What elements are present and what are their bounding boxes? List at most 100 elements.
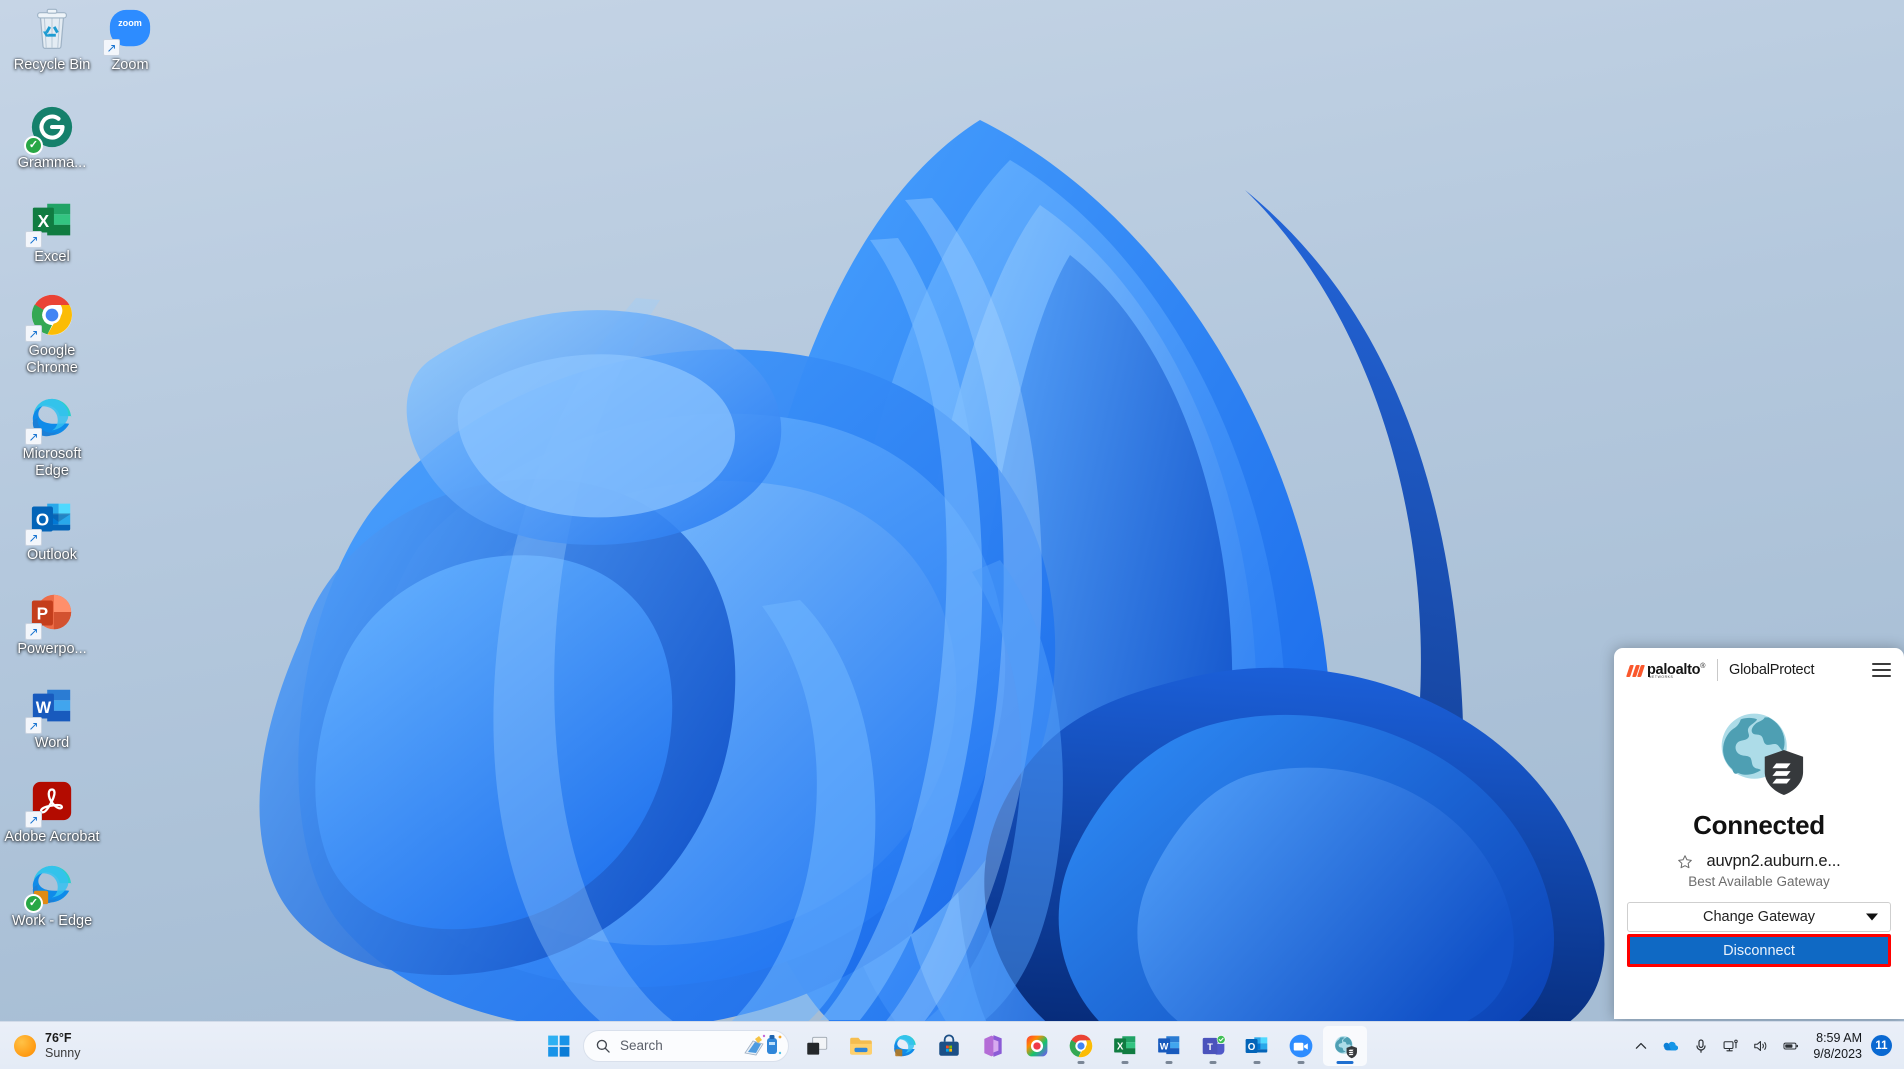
notification-badge[interactable]: 11 xyxy=(1871,1035,1892,1056)
word-icon: W xyxy=(1156,1033,1182,1059)
show-hidden-icons-button[interactable] xyxy=(1626,1028,1656,1064)
hamburger-menu-icon[interactable] xyxy=(1872,663,1891,677)
desktop-icon-grid: Recycle Bin zoom ↗ Zoom ✓ xyxy=(0,0,150,1000)
svg-text:W: W xyxy=(1160,1041,1169,1051)
paloalto-logo: paloalto®NETWORKS xyxy=(1628,663,1705,678)
desktop-icon-label: Recycle Bin xyxy=(14,57,91,74)
zoom-button[interactable] xyxy=(1279,1026,1323,1066)
microphone-icon xyxy=(1693,1038,1709,1054)
weather-widget[interactable]: 76°F Sunny xyxy=(0,1031,190,1061)
acrobat-icon: ↗ xyxy=(27,776,77,826)
excel-button[interactable]: X xyxy=(1103,1026,1147,1066)
sync-check-icon: ✓ xyxy=(24,136,43,155)
creative-cloud-button[interactable] xyxy=(1015,1026,1059,1066)
chrome-icon xyxy=(1068,1033,1094,1059)
svg-text:X: X xyxy=(38,211,50,231)
powerpoint-icon: P ↗ xyxy=(27,588,77,638)
excel-icon: X ↗ xyxy=(27,196,77,246)
grammarly-icon: ✓ xyxy=(27,102,77,152)
clock-date: 9/8/2023 xyxy=(1813,1046,1862,1062)
onedrive-cloud-icon xyxy=(1663,1038,1679,1054)
desktop-icon-label: Microsoft Edge xyxy=(4,446,100,480)
shortcut-arrow-icon: ↗ xyxy=(25,325,42,342)
microsoft-teams-button[interactable]: T xyxy=(1191,1026,1235,1066)
weather-condition: Sunny xyxy=(45,1046,80,1061)
file-explorer-button[interactable] xyxy=(839,1026,883,1066)
shortcut-arrow-icon: ↗ xyxy=(25,428,42,445)
desktop-icon-label: Gramma... xyxy=(18,155,86,172)
desktop-icon-google-chrome[interactable]: ↗ Google Chrome xyxy=(4,290,100,377)
edge-button[interactable] xyxy=(883,1026,927,1066)
taskbar[interactable]: 76°F Sunny Search xyxy=(0,1021,1904,1069)
desktop-icon-label: Powerpo... xyxy=(17,641,86,658)
running-indicator xyxy=(1298,1061,1305,1064)
running-indicator xyxy=(1166,1061,1173,1064)
desktop-icon-zoom[interactable]: zoom ↗ Zoom xyxy=(82,4,178,74)
globalprotect-actions: Change Gateway Disconnect xyxy=(1614,902,1904,967)
taskbar-center: Search xyxy=(537,1026,1367,1066)
globalprotect-panel[interactable]: paloalto®NETWORKS GlobalProtect xyxy=(1614,648,1904,1019)
network-button[interactable] xyxy=(1716,1028,1746,1064)
start-button[interactable] xyxy=(537,1026,581,1066)
globalprotect-header: paloalto®NETWORKS GlobalProtect xyxy=(1614,648,1904,692)
change-gateway-dropdown[interactable]: Change Gateway xyxy=(1627,902,1891,932)
m365-icon xyxy=(980,1033,1006,1059)
outlook-button[interactable]: O xyxy=(1235,1026,1279,1066)
connection-status: Connected xyxy=(1693,810,1825,841)
globe-shield-icon xyxy=(1332,1033,1358,1059)
edge-work-icon: ✓ xyxy=(27,860,77,910)
shortcut-arrow-icon: ↗ xyxy=(25,231,42,248)
google-chrome-button[interactable] xyxy=(1059,1026,1103,1066)
task-view-button[interactable] xyxy=(795,1026,839,1066)
teams-icon: T xyxy=(1200,1033,1226,1059)
word-icon: W ↗ xyxy=(27,682,77,732)
globalprotect-button[interactable] xyxy=(1323,1026,1367,1066)
shortcut-arrow-icon: ↗ xyxy=(25,717,42,734)
outlook-icon: O xyxy=(1244,1033,1270,1059)
paloalto-wordmark: paloalto®NETWORKS xyxy=(1647,663,1705,678)
desktop-icon-label: Excel xyxy=(34,249,69,266)
chevron-down-icon xyxy=(1866,914,1878,921)
desktop-icon-adobe-acrobat[interactable]: ↗ Adobe Acrobat xyxy=(4,776,100,846)
svg-text:T: T xyxy=(1207,1041,1213,1051)
star-outline-icon[interactable] xyxy=(1677,854,1693,870)
sync-check-icon: ✓ xyxy=(24,894,43,913)
microsoft-365-button[interactable] xyxy=(971,1026,1015,1066)
desktop-icon-excel[interactable]: X ↗ Excel xyxy=(4,196,100,266)
desktop-icon-powerpoint[interactable]: P ↗ Powerpo... xyxy=(4,588,100,658)
desktop-icon-grammarly[interactable]: ✓ Gramma... xyxy=(4,102,100,172)
chrome-icon: ↗ xyxy=(27,290,77,340)
desktop-icon-label: Google Chrome xyxy=(4,343,100,377)
chevron-up-icon xyxy=(1633,1038,1649,1054)
desktop-icon-word[interactable]: W ↗ Word xyxy=(4,682,100,752)
onedrive-button[interactable] xyxy=(1656,1028,1686,1064)
recycle-bin-icon xyxy=(27,4,77,54)
edge-icon: ↗ xyxy=(27,393,77,443)
system-tray: 8:59 AM 9/8/2023 11 xyxy=(1626,1022,1904,1069)
word-button[interactable]: W xyxy=(1147,1026,1191,1066)
microsoft-store-button[interactable] xyxy=(927,1026,971,1066)
gateway-row: auvpn2.auburn.e... xyxy=(1614,852,1904,871)
shortcut-arrow-icon: ↗ xyxy=(25,811,42,828)
search-input[interactable]: Search xyxy=(583,1030,789,1062)
search-placeholder: Search xyxy=(620,1038,663,1053)
edge-icon xyxy=(892,1033,918,1059)
weather-temperature: 76°F xyxy=(45,1031,80,1046)
network-monitor-icon xyxy=(1723,1038,1739,1054)
volume-button[interactable] xyxy=(1746,1028,1776,1064)
shortcut-arrow-icon: ↗ xyxy=(25,623,42,640)
desktop-icon-outlook[interactable]: O ↗ Outlook xyxy=(4,494,100,564)
desktop-icon-work-edge[interactable]: ✓ Work - Edge xyxy=(4,860,100,930)
excel-icon: X xyxy=(1112,1033,1138,1059)
zoom-icon: zoom ↗ xyxy=(105,4,155,54)
desktop-icon-label: Work - Edge xyxy=(12,913,92,930)
microphone-button[interactable] xyxy=(1686,1028,1716,1064)
disconnect-button[interactable]: Disconnect xyxy=(1630,937,1888,964)
registered-mark: ® xyxy=(1700,663,1705,670)
desktop-icon-microsoft-edge[interactable]: ↗ Microsoft Edge xyxy=(4,393,100,480)
desktop[interactable]: Recycle Bin zoom ↗ Zoom ✓ xyxy=(0,0,1904,1069)
speaker-icon xyxy=(1753,1038,1769,1054)
creative-cloud-icon xyxy=(1024,1033,1050,1059)
battery-button[interactable] xyxy=(1776,1028,1806,1064)
clock[interactable]: 8:59 AM 9/8/2023 xyxy=(1806,1030,1871,1062)
